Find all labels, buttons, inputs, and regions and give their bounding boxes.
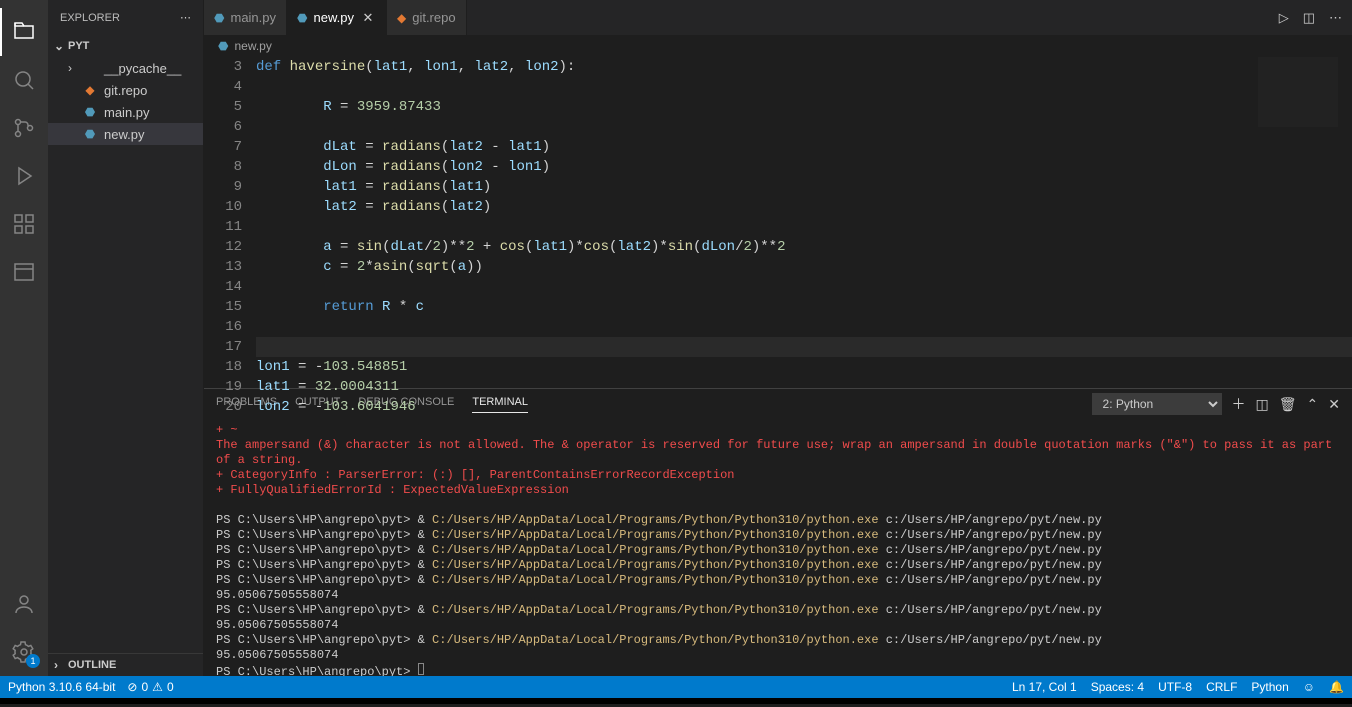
run-icon[interactable]: ▷ (1279, 10, 1289, 26)
tab-label: main.py (230, 10, 276, 25)
settings-badge: 1 (26, 654, 40, 668)
line-number-gutter: 34567891011121314151617181920 (204, 57, 256, 388)
close-icon[interactable]: ✕ (360, 10, 376, 26)
status-problems[interactable]: ⊘0 ⚠0 (127, 680, 173, 694)
status-encoding[interactable]: UTF-8 (1158, 680, 1192, 694)
debug-icon[interactable] (0, 152, 48, 200)
explorer-sidebar: EXPLORER ⋯ ⌄ PYT › __pycache__ ◆ git.repo ⬣ m… (48, 0, 204, 676)
bottom-panel: PROBLEMSOUTPUTDEBUG CONSOLETERMINAL 2: P… (204, 388, 1352, 676)
file-label: git.repo (104, 83, 147, 98)
sidebar-header: EXPLORER ⋯ (48, 0, 203, 35)
file-git.repo[interactable]: ◆ git.repo (48, 79, 203, 101)
status-python[interactable]: Python 3.10.6 64-bit (8, 680, 115, 694)
status-language[interactable]: Python (1251, 680, 1288, 694)
git-icon: ◆ (82, 82, 98, 98)
terminal-output[interactable]: + ~The ampersand (&) character is not al… (204, 419, 1352, 676)
tab-new.py[interactable]: ⬣ new.py ✕ (287, 0, 387, 35)
sidebar-more-icon[interactable]: ⋯ (180, 11, 191, 24)
file-label: __pycache__ (104, 61, 181, 76)
tab-label: new.py (314, 10, 354, 25)
status-cursor[interactable]: Ln 17, Col 1 (1012, 680, 1077, 694)
feedback-icon[interactable]: ☺ (1303, 680, 1315, 694)
source-control-icon[interactable] (0, 104, 48, 152)
file-main.py[interactable]: ⬣ main.py (48, 101, 203, 123)
outline-label: OUTLINE (68, 659, 116, 671)
breadcrumb[interactable]: ⬣ new.py (204, 35, 1352, 57)
extensions-icon[interactable] (0, 200, 48, 248)
chevron-down-icon: ⌄ (54, 39, 66, 53)
chevron-right-icon: › (54, 658, 66, 672)
os-taskbar: 5:22 PM (0, 698, 1352, 704)
account-icon[interactable] (0, 580, 48, 628)
editor-tabs: ⬣ main.py ⬣ new.py ✕ ◆ git.repo ▷ ◫ ⋯ (204, 0, 1352, 35)
file-label: new.py (104, 127, 144, 142)
tab-actions: ▷ ◫ ⋯ (1269, 0, 1352, 35)
file-__pycache__[interactable]: › __pycache__ (48, 57, 203, 79)
split-icon[interactable]: ◫ (1303, 10, 1315, 26)
bell-icon[interactable]: 🔔 (1329, 680, 1344, 694)
outline-section[interactable]: › OUTLINE (48, 653, 203, 676)
tab-main.py[interactable]: ⬣ main.py (204, 0, 287, 35)
code-editor[interactable]: 34567891011121314151617181920 def havers… (204, 57, 1352, 388)
python-file-icon: ⬣ (218, 39, 228, 53)
explorer-icon[interactable] (0, 8, 48, 56)
chevron-right-icon: › (68, 61, 80, 75)
file-tree: › __pycache__ ◆ git.repo ⬣ main.py ⬣ new.py (48, 57, 203, 145)
file-label: main.py (104, 105, 150, 120)
breadcrumb-label: new.py (234, 39, 271, 53)
git-icon: ◆ (397, 11, 406, 25)
py-icon: ⬣ (82, 104, 98, 120)
layout-icon[interactable] (0, 248, 48, 296)
py-icon: ⬣ (82, 126, 98, 142)
status-indent[interactable]: Spaces: 4 (1091, 680, 1144, 694)
folder-root-label: PYT (68, 40, 89, 52)
settings-icon[interactable]: 1 (0, 628, 48, 676)
warning-icon: ⚠ (152, 680, 163, 694)
folder-icon (82, 60, 98, 76)
minimap[interactable] (1258, 57, 1338, 127)
activity-bar: 1 (0, 0, 48, 676)
tab-git.repo[interactable]: ◆ git.repo (387, 0, 467, 35)
py-icon: ⬣ (297, 11, 307, 25)
file-new.py[interactable]: ⬣ new.py (48, 123, 203, 145)
sidebar-title: EXPLORER (60, 12, 120, 24)
folder-root[interactable]: ⌄ PYT (48, 35, 203, 57)
search-icon[interactable] (0, 56, 48, 104)
status-eol[interactable]: CRLF (1206, 680, 1237, 694)
error-icon: ⊘ (127, 680, 137, 694)
more-icon[interactable]: ⋯ (1329, 10, 1342, 26)
py-icon: ⬣ (214, 11, 224, 25)
tab-label: git.repo (412, 10, 455, 25)
status-bar: Python 3.10.6 64-bit ⊘0 ⚠0 Ln 17, Col 1 … (0, 676, 1352, 698)
code-content[interactable]: def haversine(lat1, lon1, lat2, lon2): R… (256, 57, 1352, 388)
